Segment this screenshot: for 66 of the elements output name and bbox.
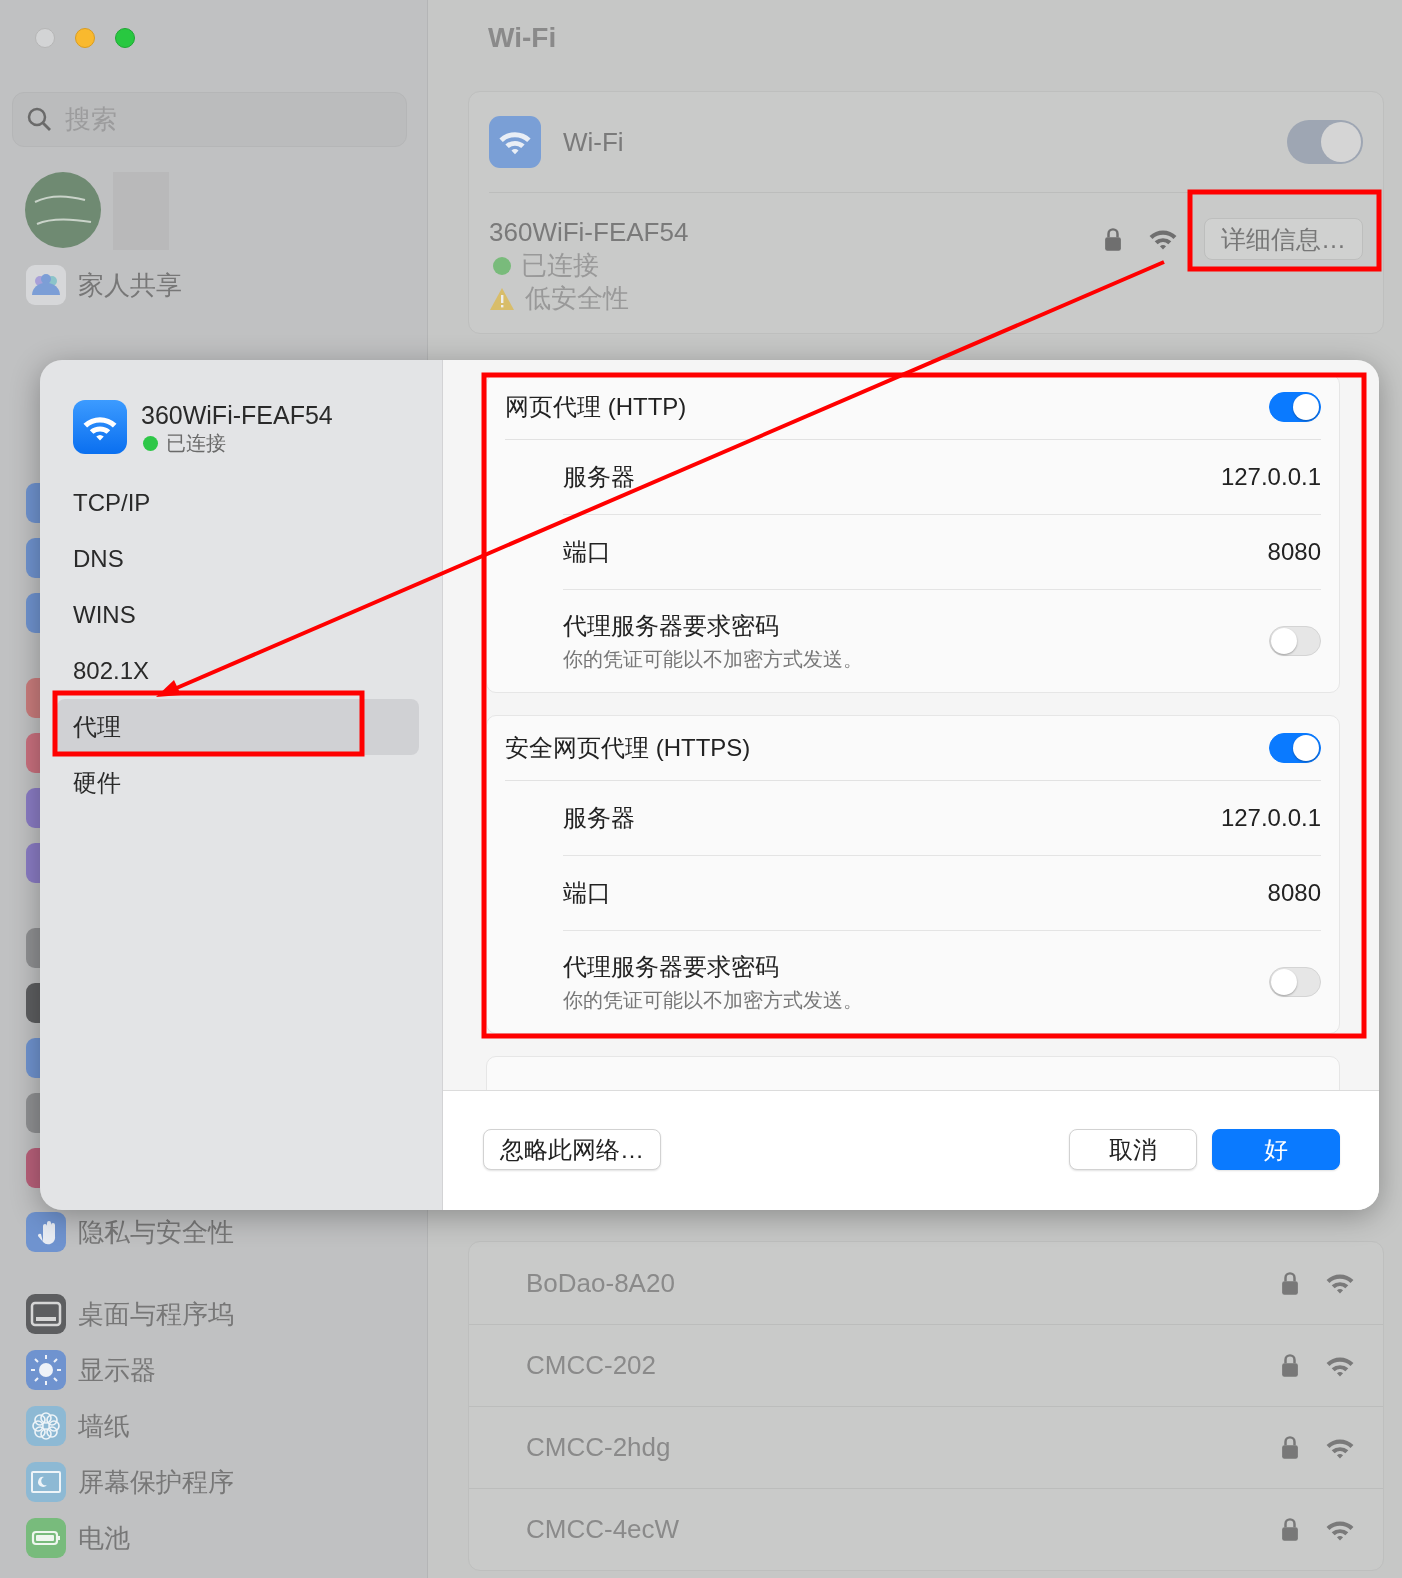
setting-label: 服务器: [563, 462, 635, 492]
lock-icon: [1281, 1353, 1299, 1378]
avatar[interactable]: [25, 172, 101, 248]
wifi-icon: [1325, 1272, 1355, 1294]
toggle-switch[interactable]: [1287, 120, 1363, 164]
group-title: 安全网页代理 (HTTPS): [505, 733, 751, 763]
sidebar-item[interactable]: 墙纸: [78, 1408, 130, 1444]
nav-item[interactable]: DNS: [57, 531, 419, 587]
minimize-button[interactable]: [75, 28, 95, 48]
setting-label: Wi-Fi: [563, 126, 625, 158]
app-icon: [26, 1518, 66, 1558]
lock-icon: [1281, 1517, 1299, 1542]
wifi-glyph: [498, 129, 532, 155]
status-dot: [493, 256, 511, 275]
setting-label: 代理服务器要求密码: [563, 610, 780, 641]
setting-label: 端口: [563, 537, 611, 567]
app-icon: [26, 1212, 66, 1252]
sidebar-item[interactable]: 显示器: [78, 1352, 156, 1388]
sidebar-item[interactable]: 桌面与程序坞: [78, 1296, 234, 1332]
app-icon: [26, 1350, 66, 1390]
setting-label: 服务器: [563, 803, 635, 833]
app-icon: [26, 1294, 66, 1334]
search-icon: [26, 106, 52, 132]
setting-value: 8080: [1267, 879, 1321, 907]
network-name[interactable]: CMCC-202: [526, 1350, 1255, 1381]
lock-icon: [1281, 1270, 1299, 1296]
app-icon: [26, 1462, 66, 1502]
details-button[interactable]: 详细信息…: [1204, 218, 1363, 260]
lock-icon: [1281, 1435, 1299, 1460]
lock-icon: [1104, 226, 1122, 252]
nav-item[interactable]: WINS: [57, 587, 419, 643]
dialog-button[interactable]: 忽略此网络…: [483, 1129, 661, 1170]
sidebar-item[interactable]: 电池: [78, 1520, 130, 1556]
network-status: 已连接: [166, 431, 226, 456]
zoom-button[interactable]: [115, 28, 135, 48]
sidebar-item[interactable]: 隐私与安全性: [78, 1214, 234, 1250]
setting-value: 8080: [1267, 538, 1321, 566]
sidebar-item[interactable]: 屏幕保护程序: [78, 1464, 234, 1500]
setting-note: 你的凭证可能以不加密方式发送。: [563, 646, 863, 672]
app-icon: [26, 1406, 66, 1446]
nav-item[interactable]: 硬件: [57, 755, 419, 811]
page-title: Wi-Fi: [487, 21, 558, 55]
network-name: 360WiFi-FEAF54: [141, 400, 333, 430]
setting-note: 你的凭证可能以不加密方式发送。: [563, 987, 863, 1013]
setting-label: 端口: [563, 878, 611, 908]
setting-label: 代理服务器要求密码: [563, 951, 780, 982]
toggle-switch[interactable]: [1269, 733, 1321, 763]
nav-item[interactable]: TCP/IP: [57, 475, 419, 531]
nav-item[interactable]: 802.1X: [57, 643, 419, 699]
dialog-button[interactable]: 取消: [1069, 1129, 1197, 1170]
network-name[interactable]: CMCC-2hdg: [526, 1432, 1255, 1463]
setting-value: 127.0.0.1: [1220, 463, 1321, 491]
nav-item[interactable]: 代理: [57, 699, 419, 755]
family-icon: [26, 265, 66, 305]
group-title: 网页代理 (HTTP): [505, 392, 687, 422]
network-name[interactable]: BoDao-8A20: [526, 1267, 1255, 1299]
dialog-button[interactable]: 好: [1212, 1129, 1340, 1170]
sidebar-item[interactable]: 家人共享: [78, 267, 182, 303]
network-name[interactable]: CMCC-4ecW: [526, 1514, 1255, 1545]
setting-value: 127.0.0.1: [1220, 804, 1321, 832]
close-button[interactable]: [35, 28, 55, 48]
warning-icon: [489, 286, 515, 311]
status-dot: [143, 435, 158, 451]
wifi-icon: [1148, 228, 1178, 250]
toggle-switch[interactable]: [1269, 392, 1321, 422]
network-name: 360WiFi-FEAF54: [489, 216, 690, 249]
